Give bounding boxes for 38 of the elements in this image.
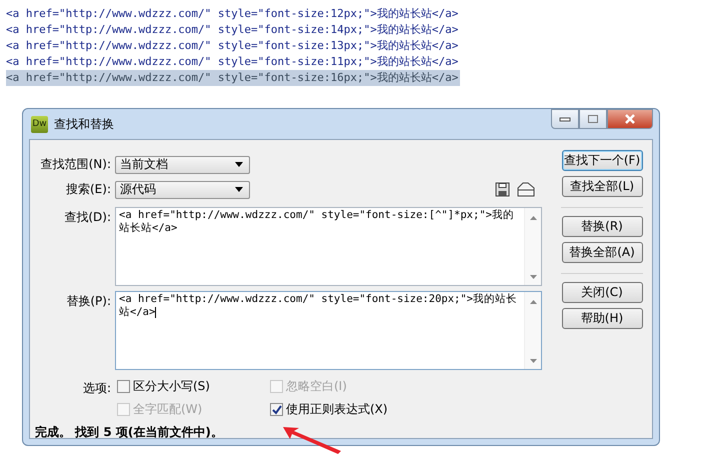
checkbox[interactable] [117, 380, 130, 393]
checkbox-label: 全字匹配(W) [133, 401, 202, 418]
field-label: 查找(D): [63, 209, 112, 226]
arrow-annotation [283, 425, 343, 455]
field-label: 替换(P): [65, 293, 112, 310]
dialog-button[interactable]: 替换全部(A) [562, 242, 642, 263]
field-label: 搜索(E): [65, 181, 112, 198]
find-field[interactable]: <a href="http://www.wdzzz.com/" style="font-size:[^"]*px;">我的站长站</a> [115, 207, 542, 286]
scroll-bar[interactable] [524, 208, 541, 285]
scroll-bar[interactable] [524, 292, 541, 369]
code-line: <a href="http://www.wdzzz.com/" style="font-size:11px;">我的站长站</a> [6, 54, 460, 70]
code-line: <a href="http://www.wdzzz.com/" style="font-size:13px;">我的站长站</a> [6, 38, 460, 54]
code-line: <a href="http://www.wdzzz.com/" style="font-size:12px;">我的站长站</a> [6, 6, 460, 22]
dialog-button[interactable]: 替换(R) [562, 216, 642, 237]
dialog-button[interactable]: 帮助(H) [562, 308, 642, 329]
close-icon[interactable] [607, 109, 653, 129]
search-dropdown[interactable]: 源代码 [115, 180, 250, 198]
checkbox-label: 忽略空白(I) [286, 378, 347, 395]
checkbox-label: 使用正则表达式(X) [286, 401, 388, 418]
checkbox-label: 区分大小写(S) [133, 378, 210, 395]
app-logo: Dw [31, 116, 48, 132]
field-label: 查找范围(N): [40, 156, 112, 173]
dialog-button[interactable]: 关闭(C) [562, 282, 642, 303]
window-title: 查找和替换 [54, 116, 114, 132]
checkbox[interactable] [270, 403, 283, 416]
folder-icon[interactable] [517, 182, 535, 197]
status-text: 完成。 找到 5 项(在当前文件中)。 [35, 424, 223, 441]
save-icon[interactable] [495, 182, 510, 197]
options-label: 选项: [82, 380, 112, 397]
maximize-icon[interactable] [579, 109, 607, 129]
code-line: <a href="http://www.wdzzz.com/" style="font-size:14px;">我的站长站</a> [6, 22, 460, 38]
scope-dropdown[interactable]: 当前文档 [115, 156, 250, 174]
replace-field[interactable]: <a href="http://www.wdzzz.com/" style="font-size:20px;">我的站长站</a> [115, 291, 542, 370]
caret-icon [235, 162, 243, 167]
minimize-icon[interactable] [551, 109, 579, 129]
dialog-button[interactable]: 查找下一个(F) [562, 150, 642, 171]
caret-icon [235, 187, 243, 192]
dialog-button[interactable]: 查找全部(L) [562, 176, 642, 197]
